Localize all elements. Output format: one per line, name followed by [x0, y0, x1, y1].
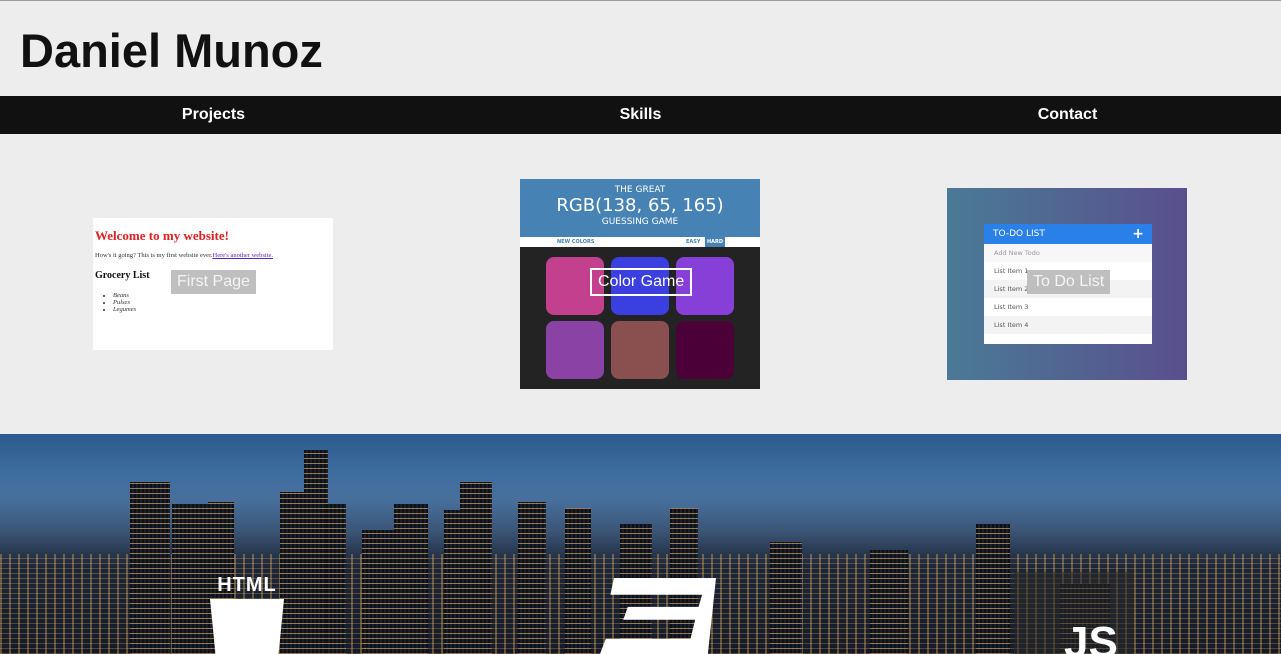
- building: [304, 450, 328, 654]
- page-title: Daniel Munoz: [20, 24, 323, 77]
- project-todo-list[interactable]: TO-DO LIST + Add New Todo List Item 1 Li…: [947, 188, 1187, 380]
- thumb-list: Beans Pulses Legumes: [113, 292, 136, 313]
- building: [130, 482, 170, 654]
- building: [460, 482, 492, 654]
- project-label-first-page[interactable]: First Page: [171, 270, 256, 294]
- easy-label: EASY: [686, 239, 701, 245]
- color-square: [676, 321, 734, 379]
- thumb-link: Here's another website.: [212, 252, 274, 259]
- building: [518, 502, 546, 654]
- color-game-bar: NEW COLORS EASY HARD: [520, 237, 760, 247]
- building: [565, 508, 591, 654]
- todo-input: Add New Todo: [984, 244, 1152, 262]
- color-game-header: THE GREAT RGB(138, 65, 165) GUESSING GAM…: [520, 179, 760, 237]
- nav-contact[interactable]: Contact: [854, 96, 1281, 134]
- color-square: [611, 321, 669, 379]
- skills-section-city-background: HTML JS: [0, 434, 1281, 654]
- css3-shield-icon: [600, 578, 716, 654]
- new-colors-label: NEW COLORS: [557, 239, 595, 245]
- main-nav: Projects Skills Contact: [0, 96, 1281, 134]
- plus-icon: +: [1132, 226, 1144, 242]
- color-game-rgb: RGB(138, 65, 165): [556, 195, 724, 216]
- list-item: Legumes: [113, 306, 136, 313]
- thumb-heading: Welcome to my website!: [95, 228, 229, 243]
- building: [326, 504, 346, 654]
- html5-logo: HTML: [208, 574, 286, 654]
- project-color-game[interactable]: THE GREAT RGB(138, 65, 165) GUESSING GAM…: [520, 179, 760, 389]
- thumb-text-body: How's it going? This is my first website…: [95, 252, 213, 259]
- color-square: [546, 321, 604, 379]
- list-item: Beans: [113, 292, 136, 299]
- todo-header: TO-DO LIST +: [984, 224, 1152, 244]
- todo-title: TO-DO LIST: [993, 229, 1045, 239]
- html-logo-text: HTML: [217, 574, 277, 596]
- thumb-text: How's it going? This is my first website…: [95, 252, 273, 259]
- building: [770, 542, 802, 654]
- project-first-page[interactable]: Welcome to my website! How's it going? T…: [93, 218, 333, 350]
- color-game-line3: GUESSING GAME: [601, 217, 679, 227]
- building: [394, 504, 428, 654]
- js-logo-text: JS: [1064, 618, 1118, 654]
- todo-item: List Item 3: [994, 303, 1029, 311]
- project-label-color-game[interactable]: Color Game: [590, 268, 693, 296]
- color-game-line1: THE GREAT: [614, 185, 666, 195]
- building: [172, 504, 208, 654]
- thumb-list-title: Grocery List: [95, 270, 150, 281]
- page-header: Daniel Munoz: [0, 1, 1281, 96]
- todo-item: List Item 4: [984, 316, 1152, 334]
- list-item: Pulses: [113, 299, 136, 306]
- project-label-todo-list[interactable]: To Do List: [1027, 270, 1111, 294]
- building: [976, 524, 1010, 654]
- js-logo: JS: [1014, 572, 1134, 654]
- html5-shield-icon: [210, 599, 284, 654]
- nav-projects[interactable]: Projects: [0, 96, 427, 134]
- css3-logo: [600, 578, 720, 654]
- projects-section: Welcome to my website! How's it going? T…: [0, 134, 1281, 434]
- hard-label: HARD: [705, 237, 725, 247]
- building: [362, 530, 396, 654]
- building: [870, 550, 908, 654]
- nav-skills[interactable]: Skills: [427, 96, 854, 134]
